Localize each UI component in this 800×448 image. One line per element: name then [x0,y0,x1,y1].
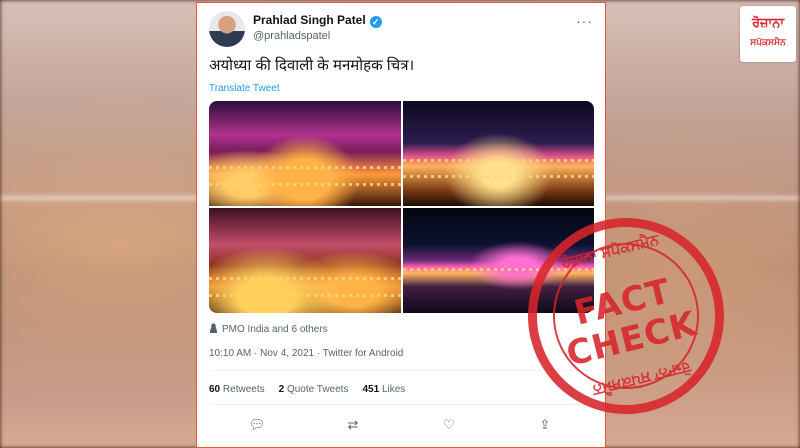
photo-1[interactable] [209,101,401,206]
engagement-stats: 60 Retweets 2 Quote Tweets 451 Likes [209,384,405,395]
avatar[interactable] [209,11,245,47]
tagged-people[interactable]: PMO India and 6 others [209,323,328,335]
author-handle[interactable]: @prahladspatel [253,30,330,42]
logo-line-1: ਰੋਜ਼ਾਨਾ [751,15,785,30]
tweet-actions: 💬︎ ⇄ ♡ ⇪ [209,415,593,435]
translate-tweet-link[interactable]: Translate Tweet [209,83,280,94]
share-icon[interactable]: ⇪ [535,417,555,433]
reply-icon[interactable]: 💬︎ [247,417,267,433]
more-options-icon[interactable]: ··· [576,13,593,29]
verified-badge-icon: ✓ [369,16,382,28]
like-icon[interactable]: ♡ [439,417,459,433]
photo-3[interactable] [209,208,401,313]
retweets-count: 60 [209,384,221,395]
retweet-icon[interactable]: ⇄ [343,417,363,433]
rozana-spokesman-logo: ਰੋਜ਼ਾਨਾ ਸਪੋਕਸਮੈਨ [740,6,796,62]
tagged-people-label[interactable]: PMO India and 6 others [222,324,328,335]
quote-tweets-stat[interactable]: 2 Quote Tweets [279,384,349,395]
likes-label: Likes [381,384,406,395]
quote-tweets-count: 2 [278,384,285,395]
retweets-label: Retweets [222,384,265,395]
divider [209,370,593,371]
likes-count: 451 [362,384,380,395]
author-name[interactable]: Prahlad Singh Patel [253,13,366,27]
person-icon [209,323,218,333]
tweet-text: अयोध्या की दिवाली के मनमोहक चित्र। [209,57,415,74]
tweet-timestamp[interactable]: 10:10 AM · Nov 4, 2021 · Twitter for And… [209,348,403,359]
logo-line-2: ਸਪੋਕਸਮੈਨ [750,37,786,47]
author-name-row[interactable]: Prahlad Singh Patel ✓ [253,13,382,28]
photo-2[interactable] [402,101,594,206]
likes-stat[interactable]: 451 Likes [362,384,405,395]
tweet-card: Prahlad Singh Patel ✓ @prahladspatel ··· … [196,2,606,448]
retweets-stat[interactable]: 60 Retweets [209,384,265,395]
divider [209,404,593,405]
quote-tweets-label: Quote Tweets [286,384,349,395]
